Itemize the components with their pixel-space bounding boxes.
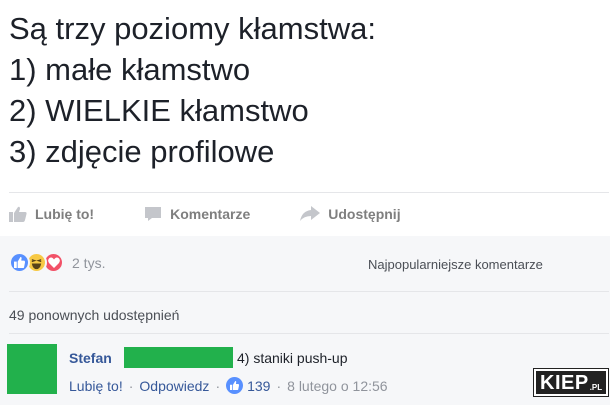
- post-actions-bar: Lubię to! Komentarze Udostępnij: [9, 194, 609, 234]
- shares-link[interactable]: 49 ponownych udostępnień: [9, 307, 179, 323]
- divider: [9, 333, 609, 334]
- comment-author[interactable]: Stefan: [69, 350, 112, 366]
- like-button[interactable]: Lubię to!: [9, 206, 94, 222]
- divider: [9, 192, 609, 193]
- feedback-section: 2 tys. Najpopularniejsze komentarze 49 p…: [0, 236, 610, 405]
- post-line-2: 1) małe kłamstwo: [9, 52, 251, 87]
- like-reaction-icon: [226, 377, 244, 394]
- share-button-label: Udostępnij: [328, 206, 401, 222]
- like-reaction-icon: [9, 252, 30, 273]
- comment-button[interactable]: Komentarze: [144, 206, 250, 222]
- share-arrow-icon: [300, 206, 321, 221]
- comment-timestamp[interactable]: 8 lutego o 12:56: [287, 378, 387, 394]
- reactions-summary[interactable]: 2 tys.: [9, 252, 105, 273]
- reaction-count[interactable]: 2 tys.: [72, 255, 105, 271]
- share-button[interactable]: Udostępnij: [300, 206, 401, 222]
- post-line-4: 3) zdjęcie profilowe: [9, 134, 275, 169]
- comment-like-link[interactable]: Lubię to!: [69, 378, 123, 394]
- comment-like-count[interactable]: 139: [247, 378, 270, 394]
- comment-meta: Lubię to! · Odpowiedz · 139 · 8 lutego o…: [69, 377, 388, 394]
- separator-dot: ·: [215, 377, 221, 394]
- logo-suffix: .PL: [589, 382, 603, 392]
- like-button-label: Lubię to!: [35, 206, 95, 222]
- comment-reply-link[interactable]: Odpowiedz: [139, 378, 209, 394]
- comment-text: 4) staniki push-up: [237, 350, 348, 366]
- thumbs-up-icon: [9, 206, 27, 222]
- avatar[interactable]: [7, 344, 57, 394]
- post-line-3: 2) WIELKIE kłamstwo: [9, 93, 309, 128]
- separator-dot: ·: [276, 377, 282, 394]
- separator-dot: ·: [128, 377, 134, 394]
- fade-overlay: [584, 257, 610, 272]
- post-text: Są trzy poziomy kłamstwa: 1) małe kłamst…: [9, 8, 604, 172]
- comment-sort-label: Najpopularniejsze komentarze: [368, 257, 543, 272]
- comment-icon: [145, 207, 162, 221]
- comment-sort-dropdown[interactable]: Najpopularniejsze komentarze: [368, 257, 610, 272]
- redaction-bar: [124, 347, 233, 368]
- logo-text: KIEP: [540, 371, 589, 394]
- divider: [9, 291, 609, 292]
- post-line-1: Są trzy poziomy kłamstwa:: [9, 11, 376, 46]
- kiep-logo: KIEP .PL: [532, 368, 610, 397]
- comment-button-label: Komentarze: [170, 206, 251, 222]
